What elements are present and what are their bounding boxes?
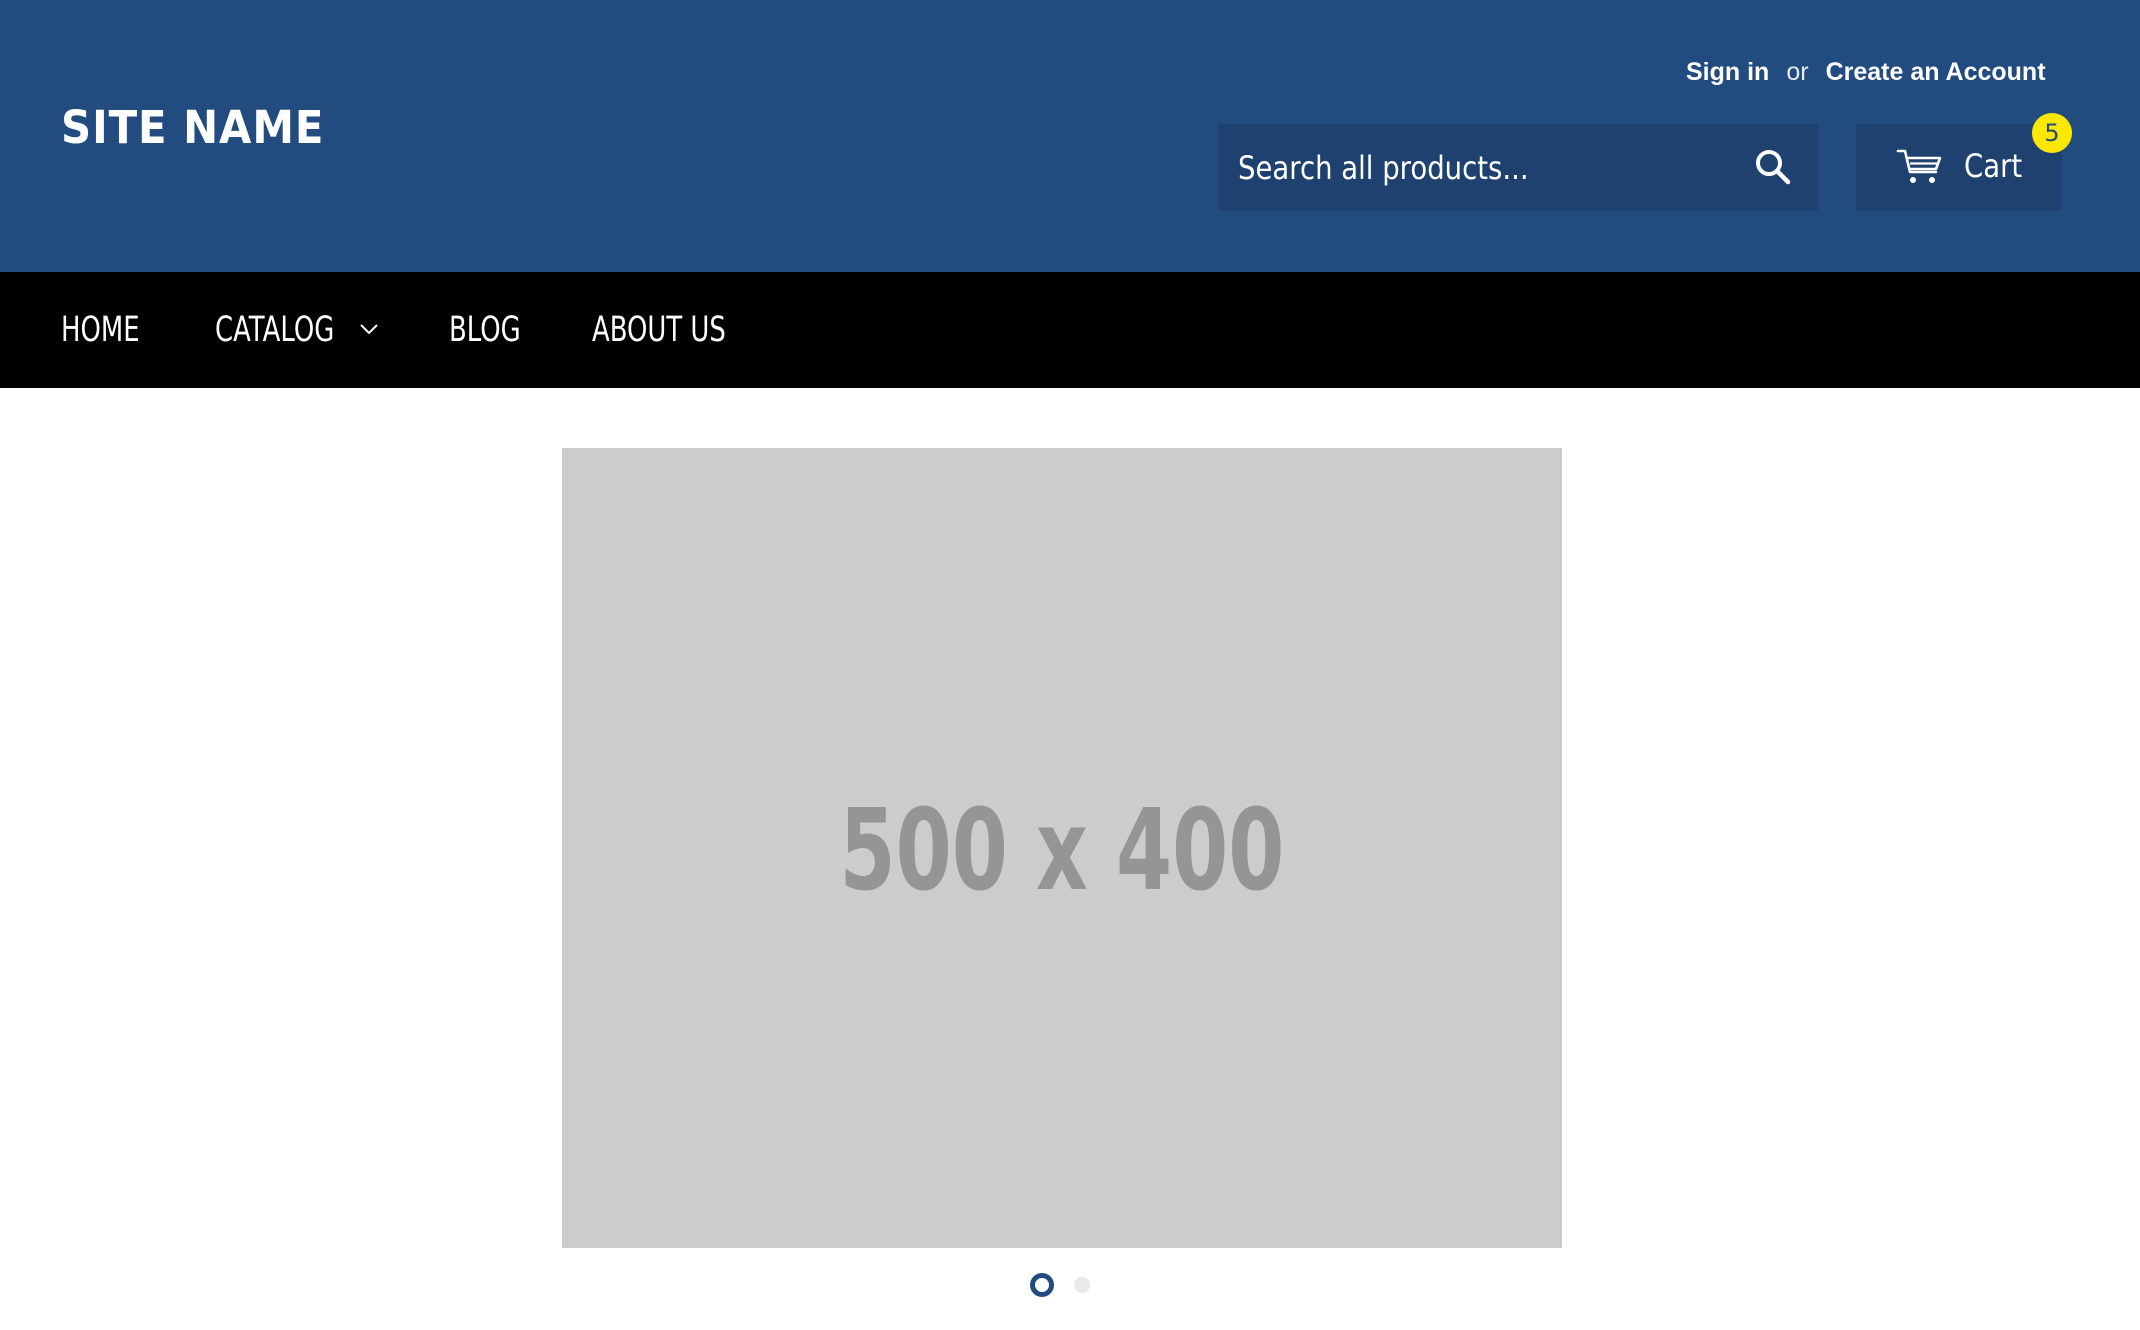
cart-count-badge: 5 bbox=[2032, 113, 2072, 153]
slideshow-pagination bbox=[0, 1272, 2140, 1298]
nav-item-about-us[interactable]: ABOUT US bbox=[592, 272, 773, 388]
slide-placeholder-image: 500 x 400 bbox=[562, 448, 1562, 1248]
cart-label: Cart bbox=[1964, 147, 2023, 185]
create-account-link[interactable]: Create an Account bbox=[1826, 58, 2046, 87]
cart-button[interactable]: Cart bbox=[1856, 124, 2062, 211]
account-links: Sign in or Create an Account bbox=[1686, 58, 2046, 90]
search-icon bbox=[1752, 146, 1794, 188]
sign-in-link[interactable]: Sign in bbox=[1686, 58, 1769, 87]
nav-item-blog[interactable]: BLOG bbox=[449, 272, 546, 388]
nav-item-label: ABOUT US bbox=[592, 310, 726, 350]
nav-item-catalog[interactable]: CATALOG bbox=[215, 272, 379, 388]
chevron-down-icon bbox=[359, 322, 379, 336]
search-button[interactable] bbox=[1752, 146, 1794, 188]
site-name-logo[interactable]: SITE NAME bbox=[61, 98, 324, 158]
slide-dot-2[interactable] bbox=[1074, 1277, 1090, 1293]
nav-item-label: BLOG bbox=[449, 310, 521, 350]
nav-item-label: CATALOG bbox=[215, 310, 335, 350]
nav-list: HOME CATALOG BLOG ABOUT US bbox=[0, 272, 2140, 388]
slide-dot-1[interactable] bbox=[1030, 1273, 1054, 1297]
main-nav: HOME CATALOG BLOG ABOUT US bbox=[0, 272, 2140, 388]
nav-item-home[interactable]: HOME bbox=[61, 272, 167, 388]
search-form bbox=[1218, 124, 1818, 211]
nav-item-label: HOME bbox=[61, 310, 140, 350]
account-separator: or bbox=[1786, 58, 1809, 86]
slideshow[interactable]: 500 x 400 bbox=[562, 448, 1562, 1248]
site-header: SITE NAME Sign in or Create an Account S… bbox=[0, 0, 2140, 272]
search-input[interactable] bbox=[1238, 124, 1668, 211]
slide-placeholder-label: 500 x 400 bbox=[839, 786, 1285, 916]
cart-icon bbox=[1896, 148, 1944, 186]
